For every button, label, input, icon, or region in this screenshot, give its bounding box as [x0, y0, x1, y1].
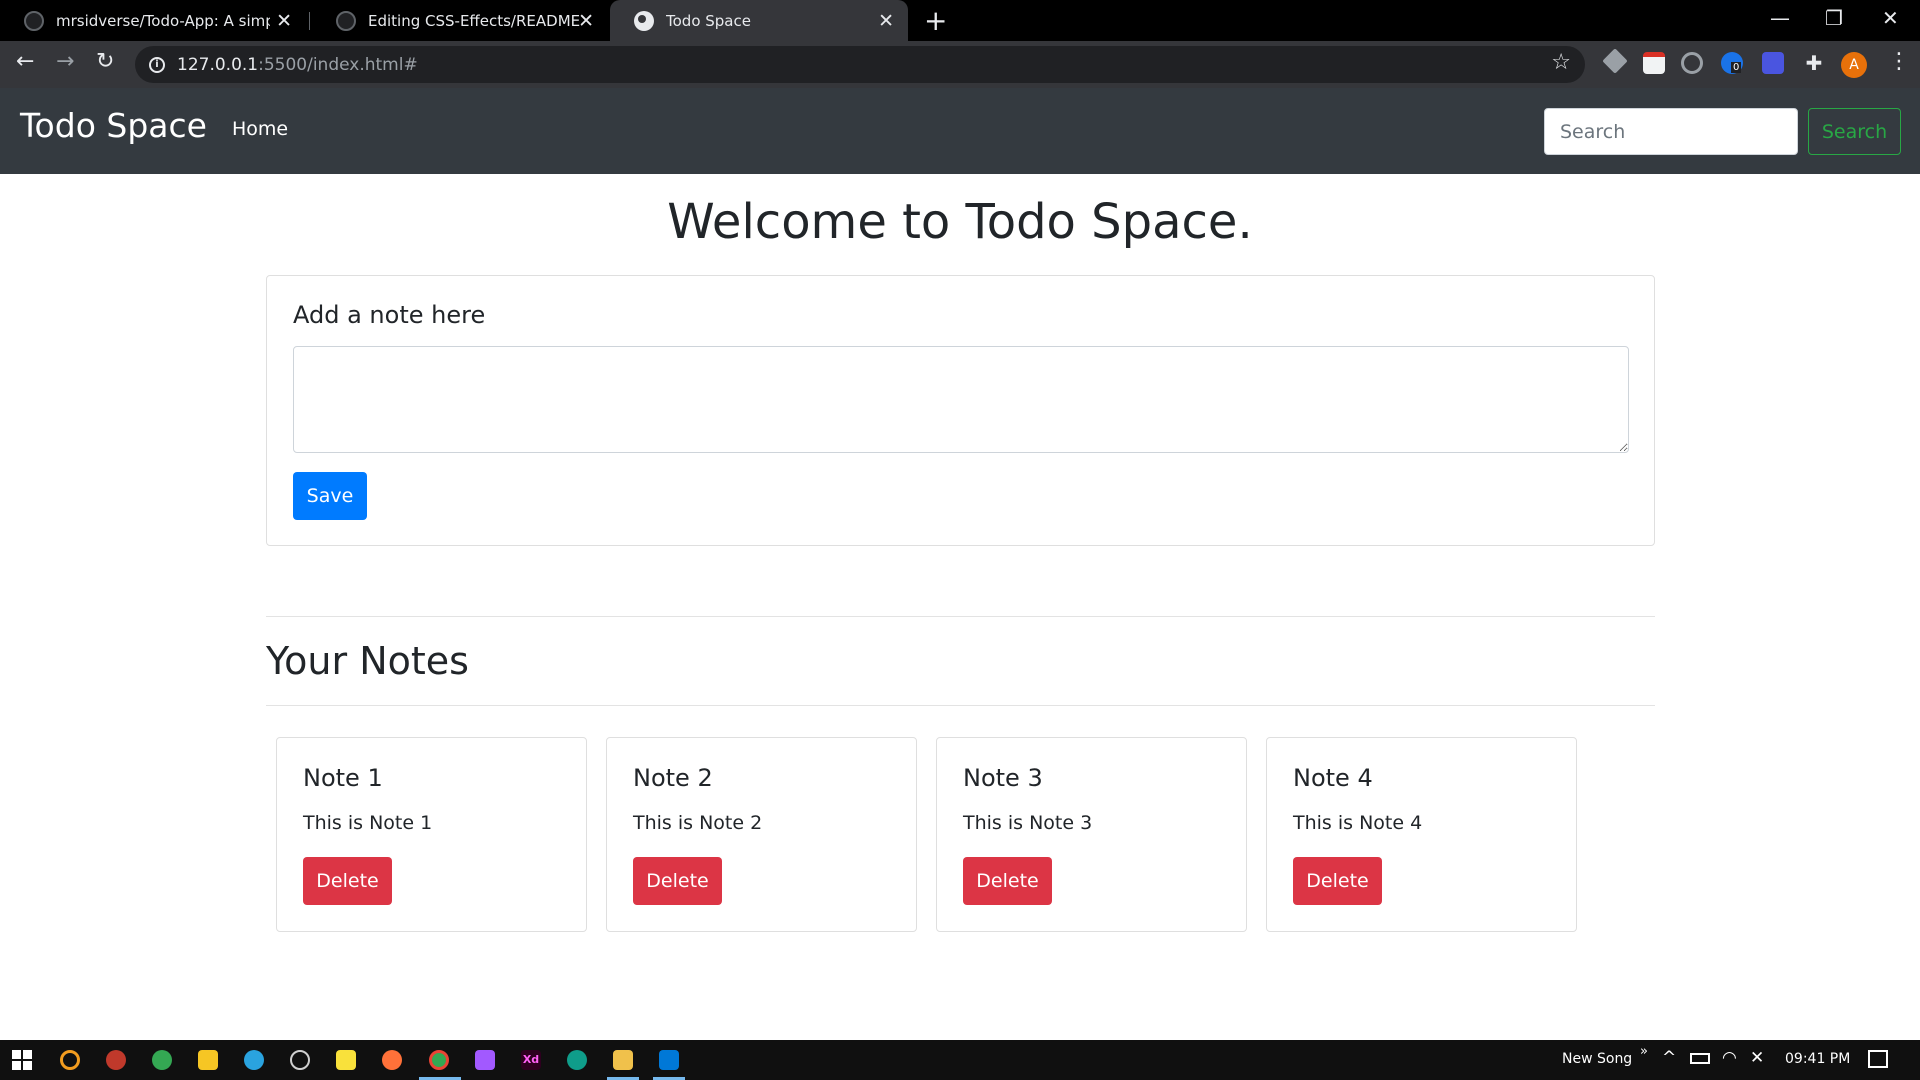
pen-extension-icon[interactable] [1602, 48, 1628, 74]
delete-note-button[interactable]: Delete [963, 857, 1052, 905]
obs-icon[interactable] [106, 1050, 126, 1070]
more-menu-icon[interactable]: ⋮ [1888, 49, 1910, 74]
address-bar[interactable]: i 127.0.0.1:5500/index.html# ☆ [135, 46, 1585, 83]
wifi-icon[interactable]: ◠ [1722, 1048, 1737, 1068]
volume-muted-icon[interactable]: ✕ [1750, 1048, 1764, 1068]
gitkraken-icon[interactable] [567, 1050, 587, 1070]
note-card: Note 1 This is Note 1 Delete [276, 737, 587, 932]
app-navbar: Todo Space Home Search [0, 88, 1920, 174]
note-text: This is Note 4 [1293, 812, 1423, 834]
minimize-icon[interactable]: — [1770, 6, 1790, 30]
puzzle-extensions-icon[interactable]: ✚ [1803, 52, 1825, 74]
firefox-icon[interactable] [382, 1050, 402, 1070]
note-title: Note 2 [633, 764, 713, 792]
browser-toolbar: ← → ↻ i 127.0.0.1:5500/index.html# ☆ 0 ✚… [0, 41, 1920, 88]
sticky-notes-icon[interactable] [336, 1050, 356, 1070]
notification-center-icon[interactable] [1868, 1050, 1888, 1068]
calendar-extension-icon[interactable] [1643, 52, 1665, 74]
chrome-icon[interactable] [152, 1050, 172, 1070]
divider [266, 616, 1655, 617]
close-tab-icon[interactable]: ✕ [878, 10, 894, 32]
note-title: Note 1 [303, 764, 383, 792]
windows-taskbar: Xd New Song » ^ ◠ ✕ 09:41 PM [0, 1040, 1920, 1080]
restore-icon[interactable]: ❐ [1825, 6, 1843, 30]
chevron-up-icon[interactable]: ^ [1662, 1048, 1676, 1068]
site-info-icon[interactable]: i [149, 56, 165, 73]
vscode-icon[interactable] [659, 1050, 679, 1070]
note-card: Note 2 This is Note 2 Delete [606, 737, 917, 932]
browser-tab-strip: mrsidverse/Todo-App: A simple t ✕ Editin… [0, 0, 1920, 41]
url-path: :5500/index.html# [258, 54, 418, 75]
file-explorer-icon[interactable] [613, 1050, 633, 1070]
tab-title: Todo Space [666, 11, 751, 30]
note-text: This is Note 2 [633, 812, 763, 834]
note-card: Note 3 This is Note 3 Delete [936, 737, 1247, 932]
adobe-xd-icon[interactable]: Xd [521, 1050, 541, 1070]
notes-heading: Your Notes [266, 639, 469, 683]
chrome-active-icon[interactable] [429, 1050, 449, 1070]
circle-extension-icon[interactable] [1681, 52, 1703, 74]
new-tab-button[interactable]: + [924, 4, 947, 37]
delete-note-button[interactable]: Delete [1293, 857, 1382, 905]
add-note-title: Add a note here [293, 301, 486, 329]
close-tab-icon[interactable]: ✕ [276, 10, 292, 32]
github-desktop-icon[interactable] [290, 1050, 310, 1070]
note-text: This is Note 3 [963, 812, 1093, 834]
tab-title: Editing CSS-Effects/README.md [368, 11, 582, 30]
divider [266, 705, 1655, 706]
close-window-icon[interactable]: ✕ [1882, 6, 1899, 30]
telegram-icon[interactable] [244, 1050, 264, 1070]
browser-tab-todo-space[interactable]: Todo Space ✕ [610, 0, 908, 41]
battery-icon[interactable] [1690, 1053, 1710, 1064]
media-title[interactable]: New Song [1562, 1051, 1632, 1067]
browser-tab-todo-app-repo[interactable]: mrsidverse/Todo-App: A simple t ✕ [0, 0, 306, 41]
badge-extension-icon[interactable]: 0 [1721, 52, 1743, 74]
close-tab-icon[interactable]: ✕ [578, 10, 594, 32]
back-arrow-icon[interactable]: ← [16, 49, 34, 74]
word-extension-icon[interactable] [1762, 52, 1784, 74]
search-input[interactable] [1544, 108, 1798, 155]
browser-tab-readme-editor[interactable]: Editing CSS-Effects/README.md ✕ [312, 0, 608, 41]
reload-icon[interactable]: ↻ [96, 49, 114, 74]
media-expand-icon[interactable]: » [1640, 1044, 1648, 1059]
url-host: 127.0.0.1 [177, 54, 259, 75]
clock[interactable]: 09:41 PM [1785, 1051, 1850, 1067]
tab-title: mrsidverse/Todo-App: A simple t [56, 11, 270, 30]
note-card: Note 4 This is Note 4 Delete [1266, 737, 1577, 932]
note-textarea[interactable] [293, 346, 1629, 453]
note-title: Note 3 [963, 764, 1043, 792]
bookmark-star-icon[interactable]: ☆ [1551, 50, 1571, 75]
address-url: 127.0.0.1:5500/index.html# [177, 55, 418, 75]
save-button[interactable]: Save [293, 472, 367, 520]
delete-note-button[interactable]: Delete [633, 857, 722, 905]
add-note-card: Add a note here Save [266, 275, 1655, 546]
page-title: Welcome to Todo Space. [667, 194, 1253, 250]
nav-home-link[interactable]: Home [232, 118, 288, 140]
delete-note-button[interactable]: Delete [303, 857, 392, 905]
search-button[interactable]: Search [1808, 108, 1901, 155]
profile-avatar[interactable]: A [1841, 52, 1867, 78]
figma-icon[interactable] [475, 1050, 495, 1070]
github-icon [336, 10, 356, 31]
brand-logo[interactable]: Todo Space [20, 106, 207, 145]
note-text: This is Note 1 [303, 812, 433, 834]
extension-badge-count: 0 [1731, 62, 1742, 73]
note-title: Note 4 [1293, 764, 1373, 792]
forward-arrow-icon[interactable]: → [56, 49, 74, 74]
search-icon[interactable] [60, 1050, 80, 1070]
brave-icon[interactable] [198, 1050, 218, 1070]
github-icon [24, 10, 44, 31]
windows-start-icon[interactable] [12, 1050, 32, 1070]
globe-icon [634, 10, 654, 31]
tab-divider [309, 12, 310, 30]
